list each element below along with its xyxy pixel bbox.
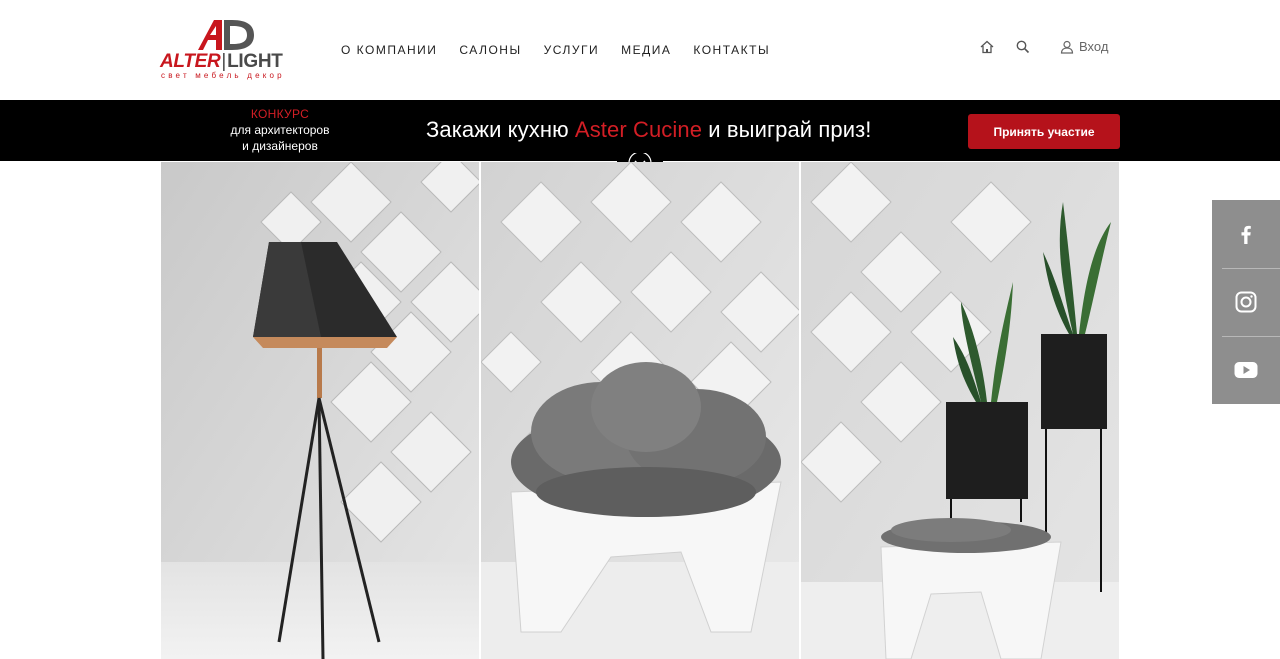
youtube-icon	[1234, 362, 1258, 378]
promo-text-before: Закажи кухню	[426, 117, 575, 142]
home-icon[interactable]	[979, 39, 995, 55]
al-monogram-icon	[198, 20, 254, 50]
contest-block[interactable]: КОНКУРС для архитекторов и дизайнеров	[210, 107, 350, 154]
nav-item-contacts[interactable]: КОНТАКТЫ	[693, 43, 770, 57]
promo-text-after: и выиграй приз!	[702, 117, 872, 142]
floor-lamp-illustration	[161, 162, 479, 659]
nav-item-services[interactable]: УСЛУГИ	[544, 43, 600, 57]
floor-lamp-image[interactable]	[161, 162, 479, 659]
facebook-icon	[1241, 225, 1251, 244]
site-header: ALTER|LIGHT свет мебель декор О КОМПАНИИ…	[0, 0, 1280, 100]
logo-tagline: свет мебель декор	[161, 71, 285, 80]
contest-line-2: и дизайнеров	[242, 139, 318, 153]
logo-alter: ALTER	[160, 51, 221, 72]
contest-title: КОНКУРС	[250, 107, 310, 121]
participate-button[interactable]: Принять участие	[968, 114, 1120, 149]
promo-headline: Закажи кухню Aster Cucine и выиграй приз…	[426, 117, 872, 143]
user-icon	[1060, 40, 1074, 54]
logo-light: LIGHT	[227, 51, 283, 72]
lounge-chair-illustration	[481, 162, 799, 659]
nav-item-salons[interactable]: САЛОНЫ	[459, 43, 521, 57]
social-sidebar	[1212, 200, 1280, 404]
facebook-link[interactable]	[1212, 200, 1280, 268]
promo-banner: КОНКУРС для архитекторов и дизайнеров За…	[0, 100, 1280, 161]
nav-item-media[interactable]: МЕДИА	[621, 43, 671, 57]
nav-item-company[interactable]: О КОМПАНИИ	[341, 43, 437, 57]
ottoman-plants-image[interactable]	[801, 162, 1119, 659]
login-label: Вход	[1079, 39, 1109, 54]
logo-wordmark: ALTER|LIGHT	[160, 51, 283, 72]
main-nav: О КОМПАНИИ САЛОНЫ УСЛУГИ МЕДИА КОНТАКТЫ	[341, 43, 792, 57]
instagram-icon	[1235, 291, 1257, 313]
lounge-chair-image[interactable]	[481, 162, 799, 659]
promo-brand: Aster Cucine	[574, 117, 703, 142]
site-logo[interactable]: ALTER|LIGHT свет мебель декор	[160, 18, 300, 82]
login-link[interactable]: Вход	[1060, 39, 1108, 54]
youtube-link[interactable]	[1212, 336, 1280, 404]
instagram-link[interactable]	[1212, 268, 1280, 336]
search-icon[interactable]	[1015, 39, 1031, 55]
ottoman-plants-illustration	[801, 162, 1119, 659]
contest-line-1: для архитекторов	[230, 123, 330, 137]
hero-gallery	[161, 162, 1119, 659]
